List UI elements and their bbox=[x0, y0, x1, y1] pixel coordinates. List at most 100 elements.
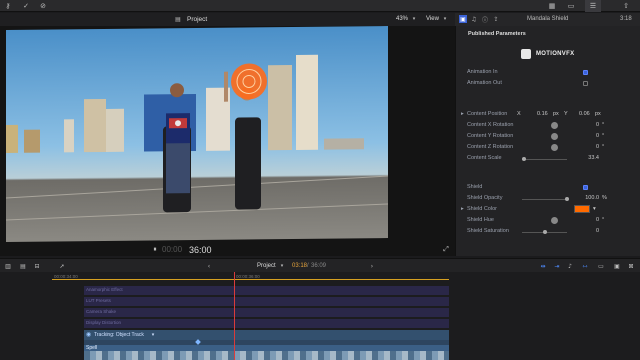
grid-layout-icon[interactable]: ▦ bbox=[546, 1, 558, 11]
rotation-dial[interactable] bbox=[551, 133, 558, 140]
param-slider[interactable] bbox=[522, 197, 569, 201]
position-x[interactable]: 0.16 bbox=[537, 111, 548, 117]
param-unit: % bbox=[602, 195, 607, 201]
project-menu[interactable]: Project bbox=[257, 263, 276, 269]
param-value[interactable]: 0 bbox=[579, 122, 599, 128]
checkmark-icon[interactable]: ✓ bbox=[21, 1, 31, 11]
param-value[interactable]: 33.4 bbox=[579, 155, 599, 161]
rotation-dial[interactable] bbox=[551, 217, 558, 224]
transitions-icon[interactable]: ⊠ bbox=[627, 262, 635, 270]
tracking-lane[interactable]: ◉ Tracking: Object Track ▾ bbox=[84, 330, 449, 340]
key-icon[interactable]: ⚷ bbox=[3, 1, 13, 11]
param-label: Content X Rotation bbox=[467, 122, 514, 128]
chevron-down-icon: ▾ bbox=[412, 16, 416, 22]
param-checkbox[interactable] bbox=[583, 81, 588, 86]
tracking-label: Tracking: Object Track bbox=[94, 332, 144, 338]
param-value[interactable]: 0 bbox=[579, 228, 599, 234]
inspector-title: Mandala Shield bbox=[527, 16, 569, 22]
slider-knob[interactable] bbox=[542, 230, 547, 234]
disclosure-icon[interactable]: ▸ bbox=[461, 206, 464, 212]
position-x-unit: px bbox=[553, 111, 559, 117]
rotation-dial[interactable] bbox=[551, 122, 558, 129]
position-y-label: Y bbox=[564, 111, 568, 117]
video-clip[interactable]: Spell bbox=[84, 345, 449, 360]
back-arrow-icon[interactable]: ‹ bbox=[205, 262, 213, 270]
share-settings-icon[interactable]: ⇪ bbox=[492, 15, 500, 23]
timeline-header: ▥ ▤ ⊟ ➚ ‹ Project ▾ 03:18 / 36:09 › ⇹ ⇥ … bbox=[0, 258, 640, 272]
top-toolbar: ⚷ ✓ ⊘ ▦ ▭ ☰ ⇧ bbox=[0, 0, 640, 12]
timeline-position: 03:18 bbox=[292, 263, 308, 269]
param-slider[interactable] bbox=[522, 230, 567, 234]
param-value[interactable]: 100.0 bbox=[579, 195, 599, 201]
solo-icon[interactable]: ⇿ bbox=[580, 262, 590, 270]
clip-title-bar bbox=[84, 345, 449, 351]
effect-lane[interactable]: LUT Presets bbox=[84, 297, 449, 306]
film-icon: ▤ bbox=[175, 15, 181, 23]
share-icon[interactable]: ⇧ bbox=[620, 1, 632, 11]
headphones-icon[interactable]: ♪ bbox=[566, 262, 574, 270]
position-y-unit: px bbox=[595, 111, 601, 117]
param-slider[interactable] bbox=[522, 157, 567, 161]
param-row: Animation Out bbox=[467, 79, 637, 89]
effect-lane[interactable]: Camera Shake bbox=[84, 308, 449, 317]
clip-appearance-icon[interactable]: ▥ bbox=[4, 262, 12, 270]
clip-view-icon[interactable]: ▭ bbox=[597, 262, 605, 270]
audio-inspector-icon[interactable]: ♫ bbox=[470, 15, 478, 23]
fullscreen-icon[interactable]: ⤢ bbox=[442, 245, 450, 253]
param-label: Content Scale bbox=[467, 155, 502, 161]
video-inspector-icon[interactable]: ▣ bbox=[459, 15, 467, 23]
effect-lane[interactable]: Anamorphic Effect bbox=[84, 286, 449, 295]
slider-knob[interactable] bbox=[522, 157, 527, 161]
param-checkbox[interactable] bbox=[583, 70, 588, 75]
inspector-layout-icon[interactable]: ☰ bbox=[585, 0, 601, 12]
slider-knob[interactable] bbox=[565, 197, 569, 201]
brand-name: MOTIONVFX bbox=[536, 51, 575, 57]
info-icon[interactable]: ⓘ bbox=[481, 15, 489, 24]
param-value[interactable]: 0 bbox=[579, 144, 599, 150]
param-label: Shield bbox=[467, 184, 483, 190]
forward-arrow-icon[interactable]: › bbox=[368, 262, 376, 270]
effects-browser-icon[interactable]: ▣ bbox=[613, 262, 621, 270]
disclosure-icon[interactable]: ▸ bbox=[461, 111, 464, 117]
timeline: 00:00:34:00 00:00:36:00 Anamorphic Effec… bbox=[0, 272, 640, 360]
chevron-down-icon[interactable]: ▾ bbox=[593, 206, 596, 212]
view-menu[interactable]: View bbox=[426, 16, 439, 22]
audio-layout-icon[interactable]: ▭ bbox=[565, 1, 577, 11]
tracking-icon: ◉ bbox=[85, 331, 92, 338]
param-checkbox[interactable] bbox=[583, 185, 588, 190]
filmstrip-icon[interactable]: ▤ bbox=[19, 262, 27, 270]
param-row: Shield Color ▸ ▾ bbox=[461, 205, 637, 215]
param-label: Shield Opacity bbox=[467, 195, 503, 201]
viewer-header: ▤ Project 43% ▾ View ▾ bbox=[0, 13, 455, 26]
keyframe-marker[interactable] bbox=[195, 339, 201, 345]
select-tool-icon[interactable]: ➚ bbox=[58, 262, 66, 270]
connect-icon[interactable]: ⊟ bbox=[33, 262, 41, 270]
param-row: Animation In bbox=[467, 68, 637, 78]
param-row: Shield Saturation 0 bbox=[467, 227, 637, 237]
param-unit: ° bbox=[602, 122, 605, 128]
param-label: Content Y Rotation bbox=[467, 133, 514, 139]
effect-lane-label: Display Distortion bbox=[86, 320, 122, 325]
timecode-display: 36:00 bbox=[189, 245, 212, 255]
timeline-ruler[interactable] bbox=[52, 279, 449, 280]
param-row: Content X Rotation 0 ° bbox=[467, 121, 637, 131]
effect-lane[interactable]: Display Distortion bbox=[84, 319, 449, 328]
effect-lane-label: LUT Presets bbox=[86, 298, 111, 303]
position-x-label: X bbox=[517, 111, 521, 117]
color-swatch[interactable] bbox=[574, 205, 590, 213]
rotation-dial[interactable] bbox=[551, 144, 558, 151]
skimming-icon[interactable]: ⇹ bbox=[538, 262, 548, 270]
param-label: Shield Saturation bbox=[467, 228, 509, 234]
section-title: Published Parameters bbox=[468, 31, 526, 37]
param-value[interactable]: 0 bbox=[579, 217, 599, 223]
audio-skimming-icon[interactable]: ⇥ bbox=[552, 262, 562, 270]
play-icon[interactable]: ⏸ bbox=[151, 245, 159, 254]
zoom-menu[interactable]: 43% bbox=[396, 16, 408, 22]
playhead[interactable] bbox=[234, 272, 235, 360]
tag-icon[interactable]: ⊘ bbox=[38, 1, 48, 11]
viewer-title: Project bbox=[187, 16, 208, 23]
param-row: Content Z Rotation 0 ° bbox=[467, 143, 637, 153]
position-y[interactable]: 0.06 bbox=[579, 111, 590, 117]
video-frame bbox=[6, 25, 388, 243]
param-value[interactable]: 0 bbox=[579, 133, 599, 139]
